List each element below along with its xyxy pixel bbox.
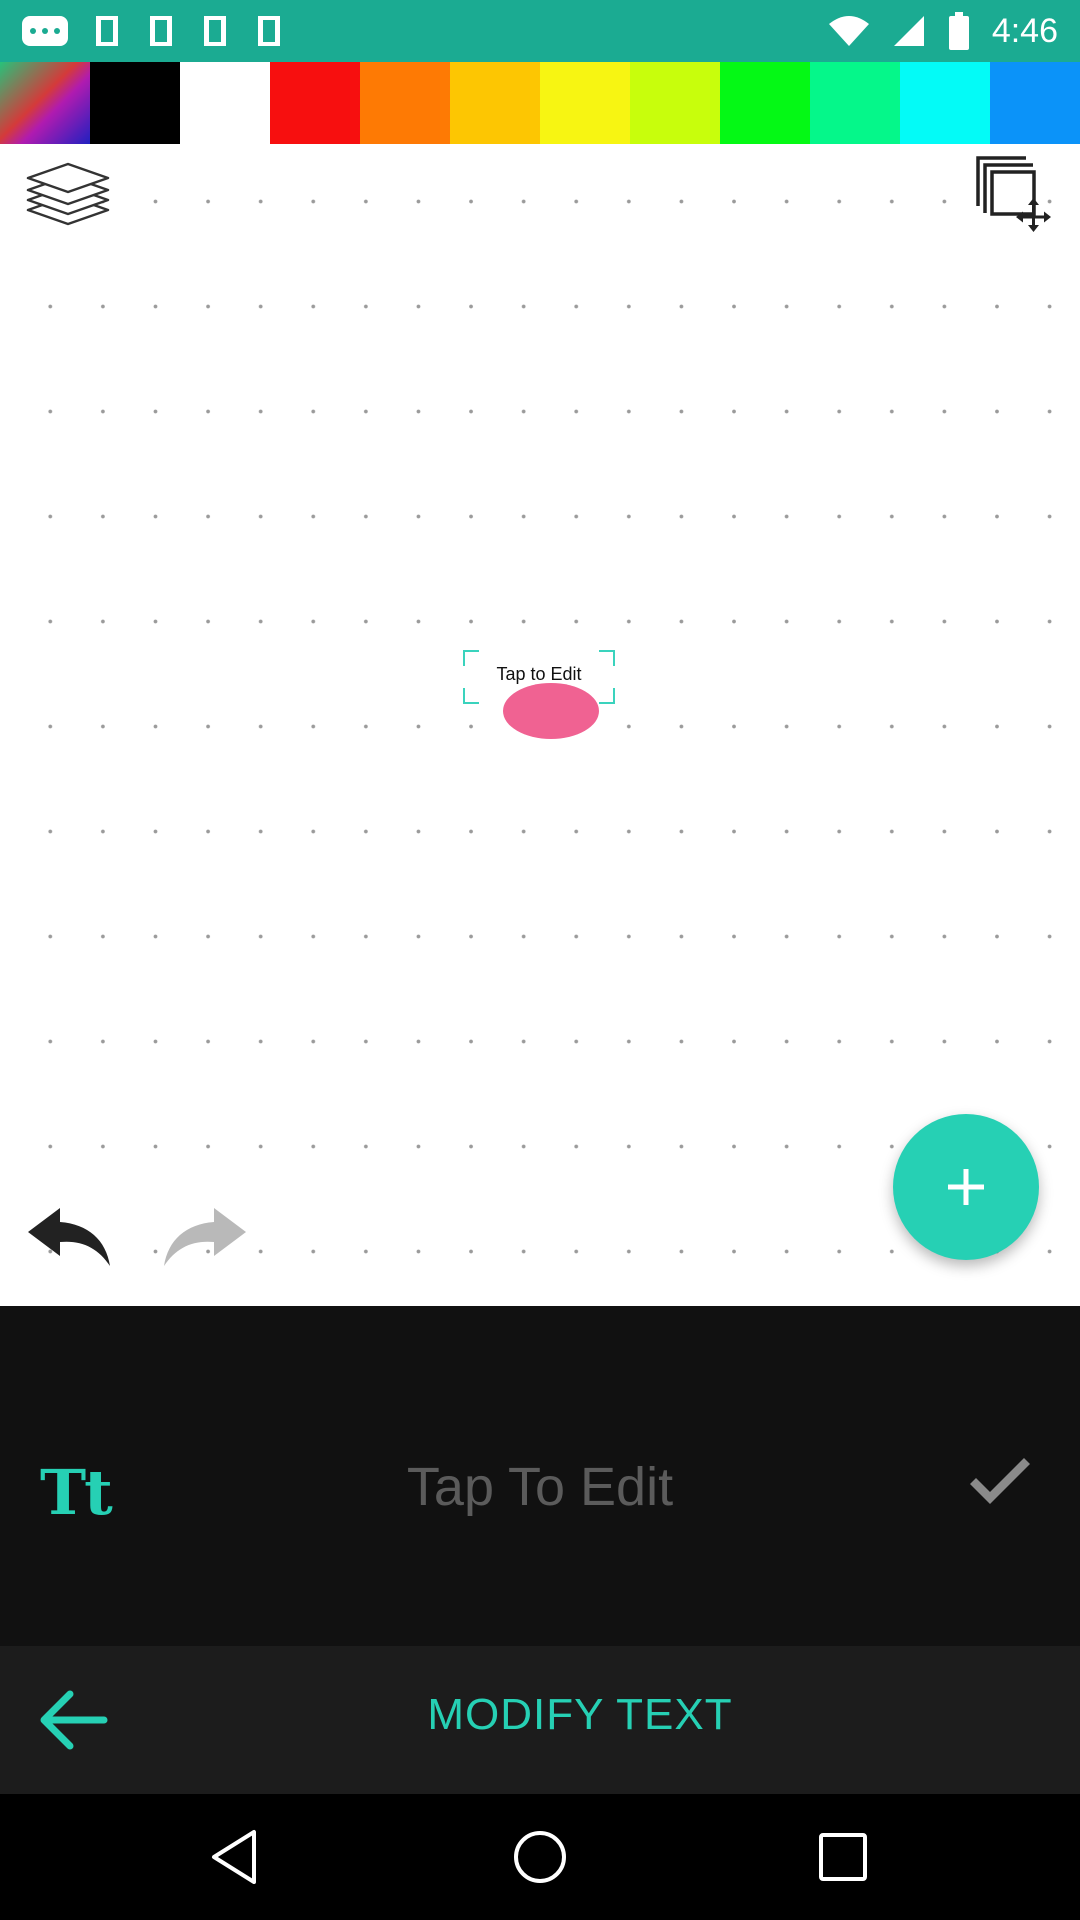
swatch-green[interactable] xyxy=(720,62,810,144)
system-nav-bar xyxy=(0,1794,1080,1920)
signal-icon xyxy=(893,16,924,46)
swatch-lime[interactable] xyxy=(630,62,720,144)
square-icon-1 xyxy=(96,16,118,46)
more-dots-icon xyxy=(22,16,68,46)
add-button[interactable] xyxy=(893,1114,1039,1260)
action-bar-title: MODIFY TEXT xyxy=(427,1690,733,1739)
nav-home-icon[interactable] xyxy=(507,1824,573,1890)
swatch-spring-green[interactable] xyxy=(810,62,900,144)
square-icon-2 xyxy=(150,16,172,46)
wifi-icon xyxy=(828,16,869,46)
canvas-text-element[interactable]: Tap to Edit xyxy=(463,650,615,704)
plus-icon xyxy=(948,1169,984,1205)
canvas-text-label: Tap to Edit xyxy=(496,664,582,684)
status-left-icons xyxy=(22,8,284,54)
swatch-orange[interactable] xyxy=(360,62,450,144)
drawing-canvas[interactable]: Tap to Edit xyxy=(0,144,1080,1306)
swatch-yellow[interactable] xyxy=(540,62,630,144)
check-icon[interactable] xyxy=(966,1454,1034,1510)
text-edit-field[interactable]: Tap To Edit xyxy=(300,1456,780,1518)
status-bar: 4:46 xyxy=(0,0,1080,62)
swatch-cyan[interactable] xyxy=(900,62,990,144)
move-layers-icon[interactable] xyxy=(976,156,1052,232)
redo-icon[interactable] xyxy=(162,1204,250,1268)
battery-icon xyxy=(948,12,969,50)
undo-icon[interactable] xyxy=(24,1204,112,1268)
square-icon-4 xyxy=(258,16,280,46)
swatch-spectrum[interactable] xyxy=(0,62,90,144)
action-bar: MODIFY TEXT xyxy=(0,1646,1080,1794)
selection-corner-br xyxy=(599,688,615,704)
font-style-icon[interactable]: Tt xyxy=(40,1456,113,1529)
layers-icon[interactable] xyxy=(24,160,112,232)
text-edit-panel: Tt Tap To Edit xyxy=(0,1306,1080,1646)
swatch-red[interactable] xyxy=(270,62,360,144)
swatch-white[interactable] xyxy=(180,62,270,144)
back-arrow-icon[interactable] xyxy=(40,1688,108,1752)
nav-recents-icon[interactable] xyxy=(810,1824,876,1890)
nav-back-icon[interactable] xyxy=(204,1824,270,1890)
square-icon-3 xyxy=(204,16,226,46)
status-time: 4:46 xyxy=(991,11,1058,50)
color-palette xyxy=(0,62,1080,144)
swatch-black[interactable] xyxy=(90,62,180,144)
swatch-blue[interactable] xyxy=(990,62,1080,144)
status-right-icons: 4:46 xyxy=(828,8,1058,54)
swatch-amber[interactable] xyxy=(450,62,540,144)
selection-corner-bl xyxy=(463,688,479,704)
